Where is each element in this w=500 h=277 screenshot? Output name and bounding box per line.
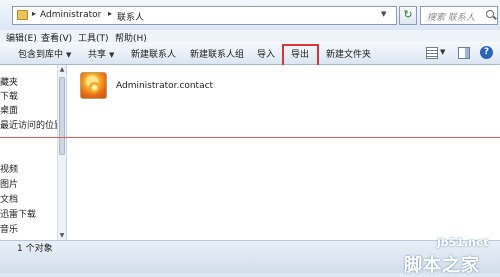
- refresh-button[interactable]: ↻: [399, 6, 417, 25]
- import-button[interactable]: 导入: [257, 47, 275, 60]
- toolbar: 包含到库中 ▼ 共享 ▼ 新建联系人 新建联系人组 导入 导出 新建文件夹: [0, 42, 500, 65]
- chevron-down-icon: ▼: [109, 51, 115, 59]
- chevron-down-icon[interactable]: ▼: [440, 48, 445, 56]
- include-in-library-button[interactable]: 包含到库中 ▼: [18, 47, 71, 60]
- help-icon[interactable]: ?: [480, 46, 493, 59]
- nav-item-desktop[interactable]: 桌面: [0, 103, 18, 116]
- nav-item-recent-places[interactable]: 最近访问的位置: [0, 118, 63, 131]
- change-view-icon[interactable]: [426, 47, 438, 59]
- chevron-down-icon: ▼: [66, 51, 72, 59]
- address-dropdown-icon[interactable]: ▼: [381, 10, 386, 18]
- address-bar[interactable]: ▸ Administrator ▸ 联系人 ▼: [12, 6, 397, 25]
- breadcrumb-contacts[interactable]: 联系人: [117, 10, 144, 23]
- share-button[interactable]: 共享 ▼: [88, 47, 114, 60]
- search-icon[interactable]: [486, 10, 494, 18]
- flower-icon: [89, 82, 100, 93]
- file-item-contact[interactable]: Administrator.contact: [80, 72, 280, 102]
- search-input[interactable]: 搜索 联系人: [420, 6, 498, 25]
- breadcrumb-separator-icon[interactable]: ▸: [32, 9, 36, 18]
- watermark-logo: 脚本之家: [404, 255, 480, 276]
- nav-item-thunder-downloads[interactable]: 迅雷下载: [0, 207, 36, 220]
- breadcrumb-administrator[interactable]: Administrator: [40, 10, 101, 20]
- refresh-icon: ↻: [403, 8, 413, 21]
- scrollbar-thumb[interactable]: [59, 77, 65, 155]
- new-contact-group-button[interactable]: 新建联系人组: [190, 47, 244, 60]
- nav-item-documents[interactable]: 文档: [0, 192, 18, 205]
- nav-item-videos[interactable]: 视频: [0, 162, 18, 175]
- nav-item-favorites[interactable]: 藏夹: [0, 75, 18, 88]
- contact-file-icon: [80, 72, 107, 99]
- watermark-site: jb51.net: [437, 236, 489, 249]
- nav-item-downloads[interactable]: 下载: [0, 89, 18, 102]
- nav-item-pictures[interactable]: 图片: [0, 177, 18, 190]
- new-folder-button[interactable]: 新建文件夹: [326, 47, 371, 60]
- scroll-up-icon[interactable]: ▲: [58, 65, 66, 74]
- annotation-red-line: [0, 137, 500, 138]
- preview-pane-icon[interactable]: [458, 47, 470, 59]
- menu-bar: 编辑(E) 查看(V) 工具(T) 帮助(H): [0, 30, 500, 44]
- navigation-scrollbar[interactable]: ▲ ▼: [57, 65, 66, 240]
- new-contact-button[interactable]: 新建联系人: [131, 47, 176, 60]
- search-placeholder: 搜索 联系人: [427, 13, 475, 23]
- scroll-down-icon[interactable]: ▼: [58, 231, 66, 240]
- item-count: 1 个对象: [17, 244, 53, 254]
- breadcrumb-separator-icon[interactable]: ▸: [108, 9, 112, 18]
- nav-item-music[interactable]: 音乐: [0, 222, 18, 235]
- folder-icon: [17, 10, 28, 20]
- share-label: 共享: [88, 50, 107, 60]
- file-name: Administrator.contact: [116, 81, 214, 91]
- include-in-library-label: 包含到库中: [18, 50, 64, 60]
